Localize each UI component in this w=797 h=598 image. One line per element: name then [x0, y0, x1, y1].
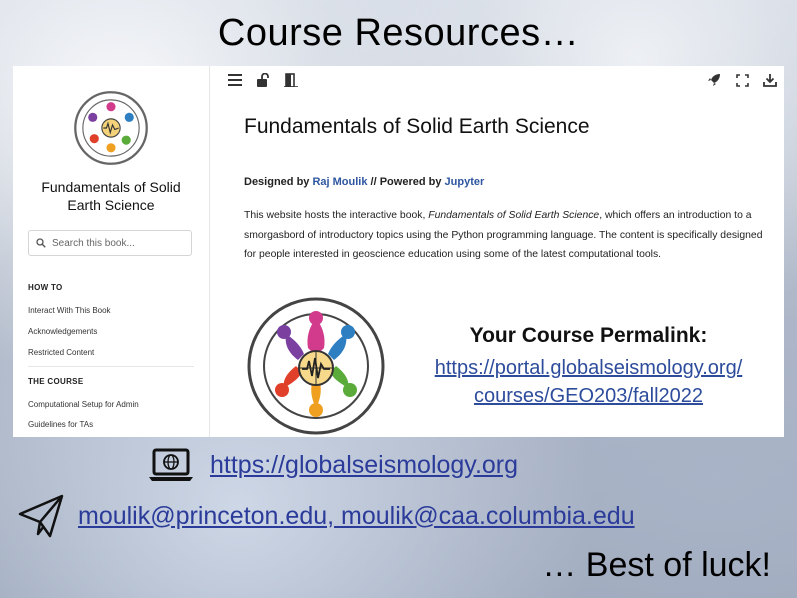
unlock-icon[interactable] — [255, 72, 271, 88]
paper-plane-icon — [18, 494, 64, 538]
permalink-line1: https://portal.globalseismology.org/ — [434, 357, 743, 379]
nav-item-computational-setup[interactable]: Computational Setup for Admin — [28, 400, 139, 409]
desc-part1: This website hosts the interactive book, — [244, 210, 429, 221]
search-box[interactable] — [28, 230, 192, 256]
jupyter-link[interactable]: Jupyter — [445, 176, 485, 188]
nav-item-guidelines-tas[interactable]: Guidelines for TAs — [28, 420, 93, 429]
door-icon[interactable] — [283, 72, 299, 88]
rocket-icon[interactable] — [706, 72, 722, 88]
author-link[interactable]: Raj Moulik — [312, 176, 367, 188]
designed-by-line: Designed by Raj Moulik // Powered by Jup… — [244, 176, 484, 188]
permalink-line2: courses/GEO203/fall2022 — [473, 385, 704, 407]
embedded-book-screenshot: Fundamentals of Solid Earth Science HOW … — [13, 66, 784, 437]
email-row: moulik@princeton.edu, moulik@caa.columbi… — [18, 494, 635, 538]
book-title-line2: Earth Science — [67, 197, 155, 213]
topbar-right — [706, 72, 778, 88]
fullscreen-icon[interactable] — [734, 72, 750, 88]
book-description: This website hosts the interactive book,… — [244, 206, 774, 265]
laptop-globe-icon — [149, 448, 193, 481]
permalink-label: Your Course Permalink: — [469, 324, 708, 347]
nav-item-interact[interactable]: Interact With This Book — [28, 306, 111, 315]
nav-item-acknowledgements[interactable]: Acknowledgements — [28, 327, 97, 336]
sidebar-divider — [28, 366, 194, 367]
website-row: https://globalseismology.org — [148, 448, 518, 482]
desc-book-title: Fundamentals of Solid Earth Science — [428, 210, 600, 221]
nav-section-the-course: THE COURSE — [28, 377, 84, 386]
email-links[interactable]: moulik@princeton.edu, moulik@caa.columbi… — [78, 502, 635, 531]
closing-text: … Best of luck! — [542, 546, 771, 584]
menu-icon[interactable] — [227, 72, 243, 88]
powered-by-label: // Powered by — [367, 176, 445, 188]
avni-logo-large — [247, 297, 385, 435]
website-link[interactable]: https://globalseismology.org — [210, 451, 518, 480]
book-sidebar: Fundamentals of Solid Earth Science HOW … — [13, 66, 210, 437]
topbar-left — [227, 72, 299, 88]
download-icon[interactable] — [762, 72, 778, 88]
book-title: Fundamentals of Solid Earth Science — [13, 178, 209, 214]
search-input[interactable] — [52, 237, 182, 249]
nav-section-how-to: HOW TO — [28, 283, 63, 292]
permalink-link[interactable]: https://portal.globalseismology.org/ cou… — [391, 354, 784, 410]
book-title-line1: Fundamentals of Solid — [41, 179, 181, 195]
avni-logo-small — [74, 91, 148, 165]
designed-by-label: Designed by — [244, 176, 313, 188]
slide-title: Course Resources… — [217, 12, 580, 54]
search-icon — [36, 238, 46, 248]
nav-item-restricted-content[interactable]: Restricted Content — [28, 348, 94, 357]
main-heading: Fundamentals of Solid Earth Science — [244, 115, 590, 138]
